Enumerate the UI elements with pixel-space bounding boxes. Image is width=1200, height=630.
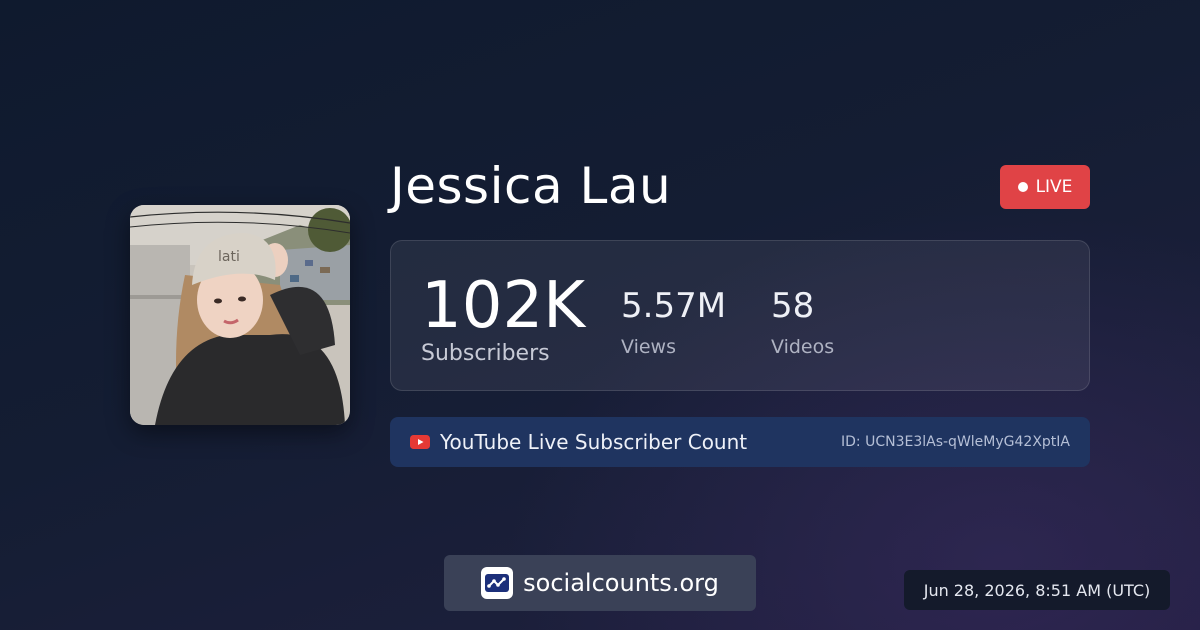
views-label: Views: [621, 336, 676, 358]
live-badge: LIVE: [1000, 165, 1090, 209]
videos-label: Videos: [771, 336, 835, 358]
views-stat: 5.57M Views: [621, 286, 726, 358]
channel-avatar: lati: [130, 205, 350, 425]
timestamp: Jun 28, 2026, 8:51 AM (UTC): [904, 570, 1170, 610]
youtube-icon: [410, 435, 430, 449]
stats-card: 102K Subscribers 5.57M Views 58 Videos: [390, 240, 1090, 391]
subscribers-label: Subscribers: [421, 341, 550, 366]
svg-text:lati: lati: [218, 249, 240, 265]
socialcounts-logo-icon: [481, 567, 514, 599]
avatar-photo: lati: [130, 205, 350, 425]
live-dot-icon: [1017, 182, 1028, 192]
videos-count: 58: [771, 286, 815, 326]
brand-text: socialcounts.org: [523, 569, 719, 597]
subscribers-stat: 102K Subscribers: [421, 271, 585, 366]
socialcounts-link[interactable]: socialcounts.org: [444, 555, 756, 611]
channel-name: Jessica Lau: [390, 157, 672, 215]
videos-stat: 58 Videos: [771, 286, 834, 358]
chart-logo-icon: [485, 574, 510, 592]
subscribers-count: 102K: [421, 269, 586, 343]
views-count: 5.57M: [621, 286, 727, 326]
source-bar: YouTube Live Subscriber Count ID: UCN3E3…: [390, 417, 1090, 467]
live-label: LIVE: [1035, 177, 1073, 197]
source-label: YouTube Live Subscriber Count: [440, 430, 748, 454]
channel-id: ID: UCN3E3lAs-qWleMyG42XptIA: [841, 434, 1070, 450]
